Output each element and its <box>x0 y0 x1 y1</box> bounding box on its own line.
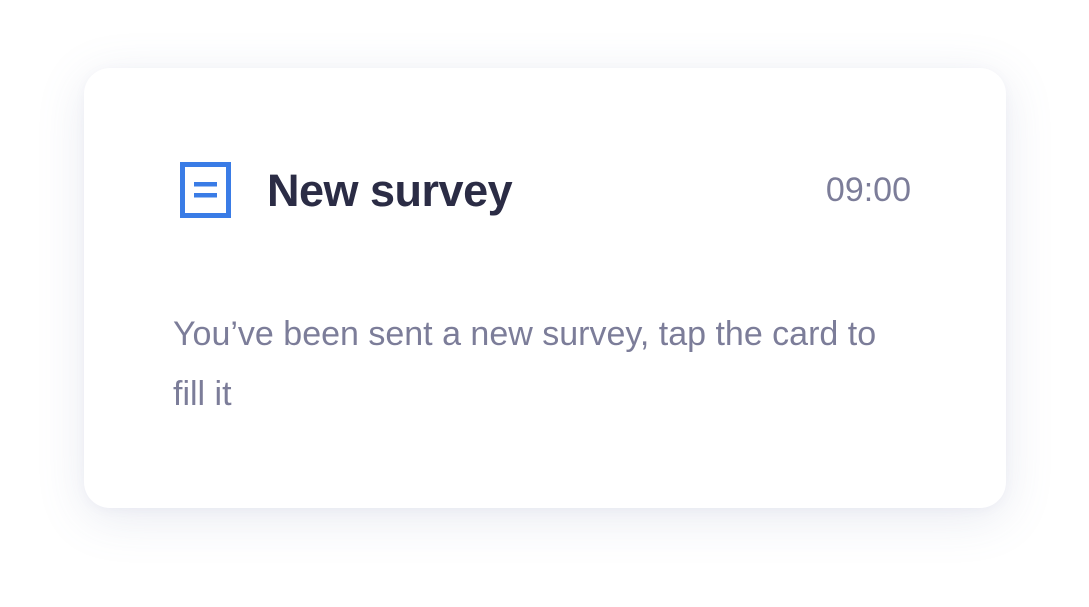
card-header: New survey 09:00 <box>180 160 911 220</box>
notification-time: 09:00 <box>825 171 911 209</box>
survey-notification-card[interactable]: New survey 09:00 You’ve been sent a new … <box>84 68 1006 508</box>
notification-title: New survey <box>267 164 513 216</box>
notification-message: You’ve been sent a new survey, tap the c… <box>173 315 877 413</box>
document-icon <box>180 162 231 218</box>
